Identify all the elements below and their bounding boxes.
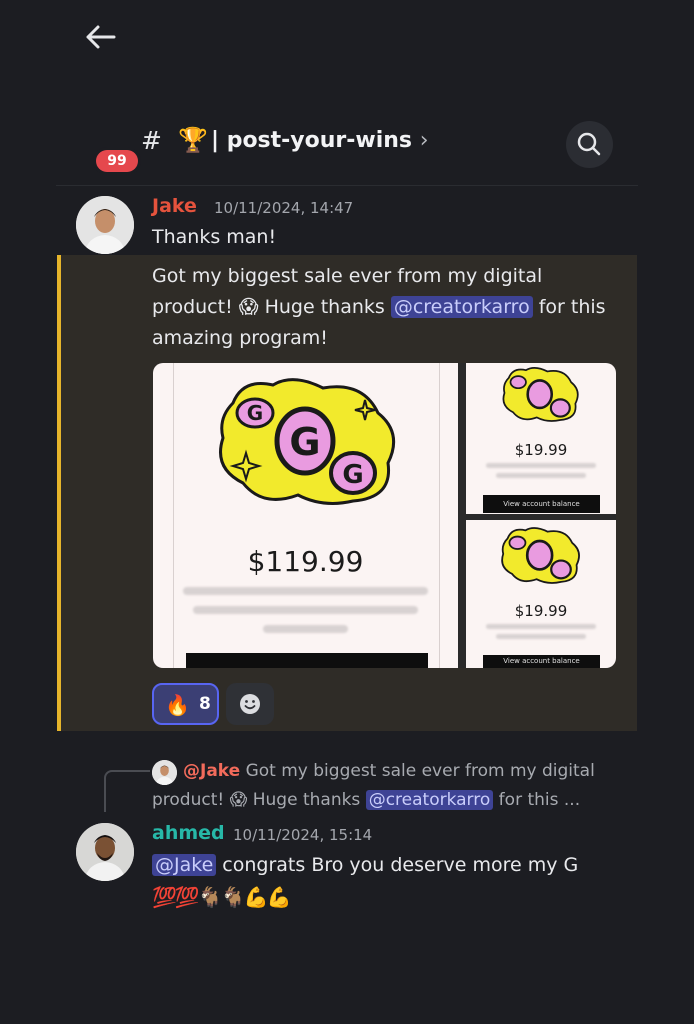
chevron-right-icon: › <box>419 128 429 153</box>
attachment-side-bottom[interactable]: $19.99 View account balance <box>466 520 616 668</box>
reply-text-part: Huge thanks <box>247 790 366 810</box>
gg-logo-icon: G G G <box>219 378 396 505</box>
reply-text-part: for this ... <box>493 790 581 810</box>
price-side-top: $19.99 <box>514 441 568 459</box>
price-main: $119.99 <box>247 545 364 578</box>
avatar-ahmed[interactable] <box>76 823 134 881</box>
emoji-row: 💯💯🐐🐐💪💪 <box>152 885 291 909</box>
timestamp: 10/11/2024, 15:14 <box>233 826 373 844</box>
search-button[interactable] <box>566 121 613 168</box>
card-edge <box>173 363 174 668</box>
author-name[interactable]: Jake <box>152 195 197 217</box>
card-edge <box>439 363 440 668</box>
trophy-icon: 🏆 <box>178 126 208 154</box>
reply-avatar-image <box>152 760 177 785</box>
back-arrow-icon[interactable] <box>84 22 118 52</box>
fire-icon: 🔥 <box>165 693 190 717</box>
logo-letter-3: G <box>342 460 363 490</box>
view-balance-button <box>186 653 428 668</box>
view-balance-button-bottom: View account balance <box>483 655 600 668</box>
mention-creatorkarro[interactable]: @creatorkarro <box>390 296 533 318</box>
avatar-ahmed-image <box>76 823 134 881</box>
unread-badge: 99 <box>96 150 138 172</box>
add-reaction-button[interactable] <box>226 683 274 725</box>
reply-connector <box>104 770 150 812</box>
message-body-part: Huge thanks <box>258 296 391 318</box>
channel-hash-icon: # <box>141 126 162 155</box>
highlight-bar <box>57 255 61 731</box>
message-text-part: congrats Bro you deserve more my G <box>216 854 579 876</box>
channel-name: | post-your-wins <box>211 128 413 153</box>
smiley-icon <box>240 694 260 714</box>
image-attachments: G G G $119.99 $19.99 View account balanc… <box>153 363 616 668</box>
blurred-text <box>486 463 596 468</box>
scream-emoji: 😱 <box>229 790 248 810</box>
fire-reaction-button[interactable]: 🔥 8 <box>152 683 219 725</box>
blurred-text <box>486 624 596 629</box>
gg-logo-small-icon <box>502 367 579 422</box>
author-name[interactable]: ahmed <box>152 822 225 844</box>
reaction-count: 8 <box>199 694 211 714</box>
mention-creatorkarro[interactable]: @creatorkarro <box>365 790 494 810</box>
attachment-side-top[interactable]: $19.99 View account balance <box>466 363 616 514</box>
message-text: @Jake congrats Bro you deserve more my G <box>152 850 632 881</box>
header-divider <box>56 185 638 186</box>
price-side-bottom: $19.99 <box>514 602 568 620</box>
blurred-text <box>183 587 428 595</box>
mention-jake[interactable]: @Jake <box>152 854 217 876</box>
reply-avatar <box>152 760 177 785</box>
scream-emoji: 😱 <box>238 296 259 318</box>
reply-author: @Jake <box>183 761 241 781</box>
timestamp: 10/11/2024, 14:47 <box>214 199 354 217</box>
avatar-jake-image <box>76 196 134 254</box>
gg-logo-small-icon <box>501 527 580 584</box>
blurred-text <box>193 606 418 614</box>
search-icon <box>577 132 601 156</box>
message-body: Got my biggest sale ever from my digital… <box>152 261 622 354</box>
avatar-jake[interactable] <box>76 196 134 254</box>
attachment-main[interactable]: G G G $119.99 <box>153 363 458 668</box>
blurred-text <box>496 473 586 478</box>
blurred-text <box>263 625 348 633</box>
channel-title[interactable]: | post-your-wins › <box>211 128 429 153</box>
reply-preview[interactable]: @Jake Got my biggest sale ever from my d… <box>152 757 622 815</box>
logo-letter-2: G <box>289 420 320 464</box>
view-balance-button-top: View account balance <box>483 495 600 513</box>
blurred-text <box>496 634 586 639</box>
logo-letter-1: G <box>247 401 263 425</box>
message-text: Thanks man! <box>152 226 277 248</box>
